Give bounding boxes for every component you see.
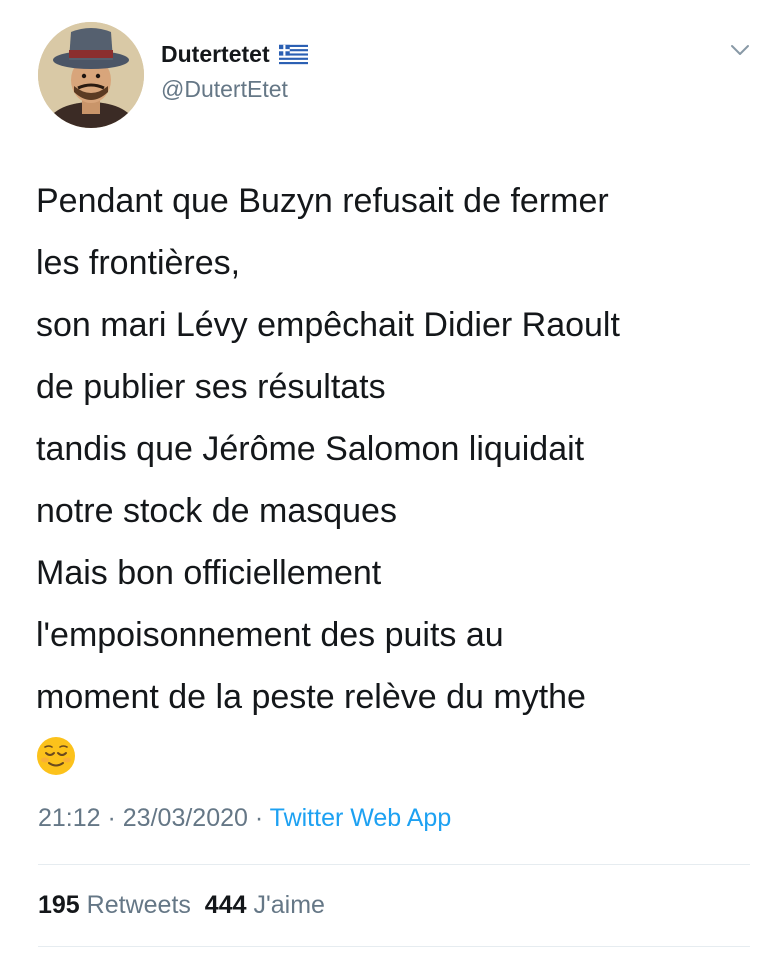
tweet-line: son mari Lévy empêchait Didier Raoult	[36, 306, 620, 344]
likes-stat[interactable]: 444 J'aime	[205, 891, 325, 919]
tweet-line: notre stock de masques	[36, 492, 397, 530]
user-handle[interactable]: @DutertEtet	[161, 76, 288, 103]
name-row: Dutertetet	[161, 38, 308, 70]
tweet-card: Dutertetet @DutertEtet Pendant que Buzyn…	[0, 0, 784, 960]
tweet-line: les frontières,	[36, 244, 241, 282]
tweet-text: Pendant que Buzyn refusait de fermer les…	[36, 170, 756, 776]
tweet-line: Pendant que Buzyn refusait de fermer	[36, 182, 609, 220]
separator: ·	[100, 804, 123, 832]
relieved-face-emoji	[37, 737, 75, 775]
chevron-down-icon[interactable]	[728, 38, 752, 62]
tweet-date[interactable]: 23/03/2020	[123, 804, 248, 832]
divider	[38, 864, 750, 865]
avatar[interactable]	[38, 22, 144, 128]
tweet-meta: 21:12 · 23/03/2020 · Twitter Web App	[38, 804, 451, 833]
display-name[interactable]: Dutertetet	[161, 41, 270, 68]
greek-flag-icon	[278, 44, 308, 64]
separator: ·	[247, 804, 270, 832]
tweet-time[interactable]: 21:12	[38, 804, 101, 832]
likes-label: J'aime	[253, 891, 325, 919]
tweet-line: l'empoisonnement des puits au	[36, 616, 504, 654]
tweet-line: moment de la peste relève du mythe	[36, 678, 586, 716]
tweet-line: de publier ses résultats	[36, 368, 386, 406]
tweet-line: tandis que Jérôme Salomon liquidait	[36, 430, 585, 468]
divider	[38, 946, 750, 947]
tweet-line: Mais bon officiellement	[36, 554, 382, 592]
retweets-label: Retweets	[86, 891, 191, 919]
tweet-source-link[interactable]: Twitter Web App	[270, 804, 452, 832]
retweets-count: 195	[38, 891, 80, 919]
tweet-stats: 195 Retweets 444 J'aime	[38, 891, 325, 920]
retweets-stat[interactable]: 195 Retweets	[38, 891, 191, 919]
likes-count: 444	[204, 891, 247, 919]
